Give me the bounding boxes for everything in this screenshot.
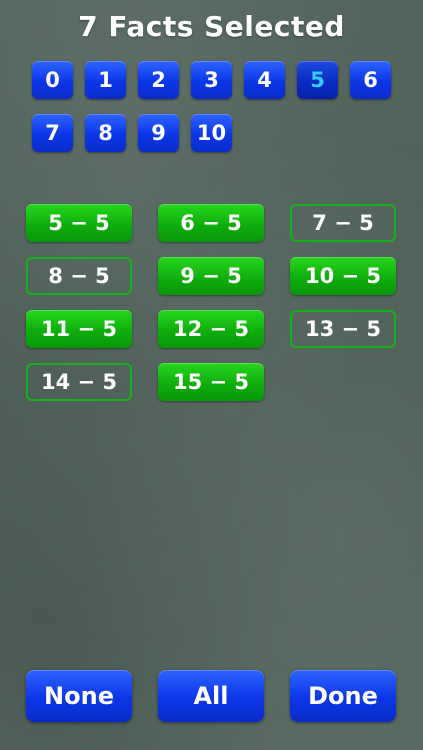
fact-toggle-15-minus-5[interactable]: 15 − 5 — [158, 363, 264, 401]
number-button-2[interactable]: 2 — [138, 61, 179, 99]
number-button-1[interactable]: 1 — [85, 61, 126, 99]
fact-toggle-13-minus-5[interactable]: 13 − 5 — [290, 310, 396, 348]
fact-toggle-6-minus-5[interactable]: 6 − 5 — [158, 204, 264, 242]
number-button-10[interactable]: 10 — [191, 114, 232, 152]
number-button-9[interactable]: 9 — [138, 114, 179, 152]
number-button-0[interactable]: 0 — [32, 61, 73, 99]
fact-toggle-11-minus-5[interactable]: 11 − 5 — [26, 310, 132, 348]
fact-toggle-14-minus-5[interactable]: 14 − 5 — [26, 363, 132, 401]
none-button[interactable]: None — [26, 670, 132, 722]
fact-toggle-7-minus-5[interactable]: 7 − 5 — [290, 204, 396, 242]
number-button-7[interactable]: 7 — [32, 114, 73, 152]
number-button-8[interactable]: 8 — [85, 114, 126, 152]
number-button-5[interactable]: 5 — [297, 61, 338, 99]
all-button[interactable]: All — [158, 670, 264, 722]
number-button-4[interactable]: 4 — [244, 61, 285, 99]
fact-toggle-12-minus-5[interactable]: 12 − 5 — [158, 310, 264, 348]
fact-toggle-10-minus-5[interactable]: 10 − 5 — [290, 257, 396, 295]
done-button[interactable]: Done — [290, 670, 396, 722]
fact-toggle-8-minus-5[interactable]: 8 − 5 — [26, 257, 132, 295]
page-title: 7 Facts Selected — [78, 10, 345, 43]
number-button-3[interactable]: 3 — [191, 61, 232, 99]
number-button-6[interactable]: 6 — [350, 61, 391, 99]
fact-toggle-5-minus-5[interactable]: 5 − 5 — [26, 204, 132, 242]
fact-toggle-9-minus-5[interactable]: 9 − 5 — [158, 257, 264, 295]
